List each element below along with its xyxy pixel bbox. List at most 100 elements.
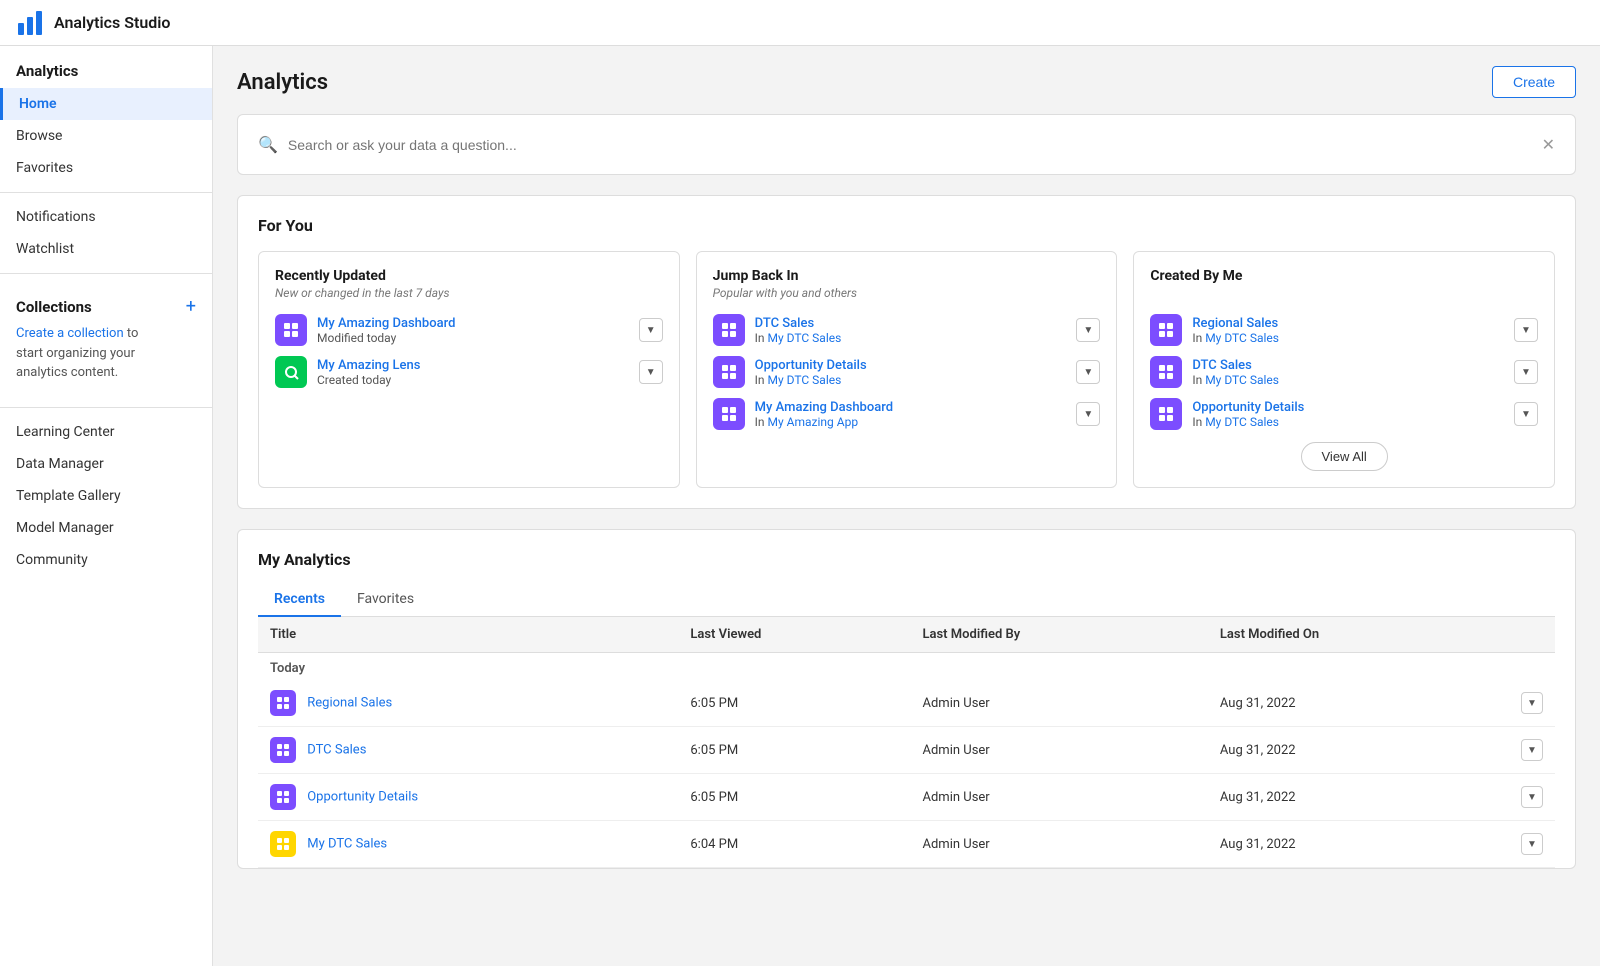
row-name-link[interactable]: Opportunity Details	[307, 789, 418, 804]
jump-back-in-panel: Jump Back In Popular with you and others…	[696, 251, 1118, 488]
table-cell-title: DTC Sales	[258, 727, 678, 774]
item-meta-link[interactable]: My DTC Sales	[768, 373, 842, 387]
app-title: Analytics Studio	[54, 13, 170, 32]
table-cell-actions: ▼	[1509, 727, 1555, 774]
sidebar-item-template-gallery[interactable]: Template Gallery	[0, 480, 212, 512]
table-cell-title: Regional Sales	[258, 680, 678, 727]
item-meta: In My Amazing App	[755, 415, 1077, 429]
item-dropdown-button[interactable]: ▼	[1514, 402, 1538, 426]
row-name-link[interactable]: My DTC Sales	[307, 836, 387, 851]
item-meta-link[interactable]: My DTC Sales	[1205, 415, 1279, 429]
table-cell-title: My DTC Sales	[258, 821, 678, 868]
sidebar-item-favorites[interactable]: Favorites	[0, 152, 212, 184]
app-logo-icon	[16, 9, 44, 37]
item-icon-lens	[275, 356, 307, 388]
item-dropdown-button[interactable]: ▼	[1514, 360, 1538, 384]
item-icon-dashboard	[275, 314, 307, 346]
table-cell-last-modified-by: Admin User	[910, 727, 1207, 774]
analytics-tabs: Recents Favorites	[258, 583, 1555, 617]
sidebar-item-data-manager[interactable]: Data Manager	[0, 448, 212, 480]
jump-back-in-subtitle: Popular with you and others	[713, 286, 1101, 300]
item-info: My Amazing Dashboard In My Amazing App	[755, 400, 1077, 429]
row-dropdown-button[interactable]: ▼	[1521, 739, 1543, 761]
item-name-link[interactable]: My Amazing Dashboard	[755, 400, 1077, 415]
table-header-row: Title Last Viewed Last Modified By Last …	[258, 617, 1555, 653]
table-row: Regional Sales 6:05 PM Admin User Aug 31…	[258, 680, 1555, 727]
item-dropdown-button[interactable]: ▼	[1076, 360, 1100, 384]
sidebar-item-watchlist[interactable]: Watchlist	[0, 233, 212, 265]
item-icon-dashboard	[713, 356, 745, 388]
row-dropdown-button[interactable]: ▼	[1521, 786, 1543, 808]
table-cell-last-viewed: 6:05 PM	[678, 774, 910, 821]
list-item: Regional Sales In My DTC Sales ▼	[1150, 314, 1538, 346]
topbar: Analytics Studio	[0, 0, 1600, 46]
item-meta-link[interactable]: My DTC Sales	[768, 331, 842, 345]
page-title: Analytics	[237, 70, 328, 95]
sidebar-divider-1	[0, 192, 212, 193]
item-dropdown-button[interactable]: ▼	[639, 318, 663, 342]
list-item: DTC Sales In My DTC Sales ▼	[1150, 356, 1538, 388]
col-header-title: Title	[258, 617, 678, 653]
created-by-me-panel: Created By Me Regional Sales In My DTC S…	[1133, 251, 1555, 488]
recently-updated-title: Recently Updated	[275, 268, 663, 284]
analytics-section-title: Analytics	[0, 46, 212, 88]
created-by-me-title: Created By Me	[1150, 268, 1538, 284]
table-cell-last-viewed: 6:05 PM	[678, 727, 910, 774]
for-you-grid: Recently Updated New or changed in the l…	[258, 251, 1555, 488]
item-name-link[interactable]: My Amazing Dashboard	[317, 316, 639, 331]
list-item: My Amazing Dashboard Modified today ▼	[275, 314, 663, 346]
sidebar: Analytics Home Browse Favorites Notifica…	[0, 46, 213, 966]
row-icon-dashboard	[270, 737, 296, 763]
search-clear-icon[interactable]: ✕	[1542, 135, 1555, 154]
sidebar-divider-3	[0, 407, 212, 408]
item-name-link[interactable]: DTC Sales	[755, 316, 1077, 331]
item-dropdown-button[interactable]: ▼	[639, 360, 663, 384]
table-cell-last-viewed: 6:05 PM	[678, 680, 910, 727]
tab-recents[interactable]: Recents	[258, 583, 341, 617]
item-info: Opportunity Details In My DTC Sales	[1192, 400, 1514, 429]
row-dropdown-button[interactable]: ▼	[1521, 692, 1543, 714]
item-name-link[interactable]: DTC Sales	[1192, 358, 1514, 373]
row-icon-app	[270, 831, 296, 857]
create-collection-link[interactable]: Create a collection	[16, 326, 124, 341]
item-dropdown-button[interactable]: ▼	[1076, 318, 1100, 342]
item-name-link[interactable]: Opportunity Details	[755, 358, 1077, 373]
item-name-link[interactable]: Opportunity Details	[1192, 400, 1514, 415]
table-cell-last-modified-by: Admin User	[910, 774, 1207, 821]
sidebar-item-home[interactable]: Home	[0, 88, 212, 120]
view-all-button[interactable]: View All	[1301, 442, 1388, 471]
item-meta-link[interactable]: My Amazing App	[768, 415, 859, 429]
tab-favorites[interactable]: Favorites	[341, 583, 430, 617]
collections-add-button[interactable]: +	[186, 298, 196, 316]
collections-header: Collections +	[0, 282, 212, 320]
table-cell-actions: ▼	[1509, 821, 1555, 868]
col-header-last-viewed: Last Viewed	[678, 617, 910, 653]
item-dropdown-button[interactable]: ▼	[1076, 402, 1100, 426]
sidebar-item-learning-center[interactable]: Learning Center	[0, 416, 212, 448]
list-item: My Amazing Lens Created today ▼	[275, 356, 663, 388]
row-dropdown-button[interactable]: ▼	[1521, 833, 1543, 855]
recently-updated-panel: Recently Updated New or changed in the l…	[258, 251, 680, 488]
col-header-actions	[1509, 617, 1555, 653]
sidebar-item-notifications[interactable]: Notifications	[0, 201, 212, 233]
create-button[interactable]: Create	[1492, 66, 1576, 98]
sidebar-item-browse[interactable]: Browse	[0, 120, 212, 152]
item-name-link[interactable]: Regional Sales	[1192, 316, 1514, 331]
row-name-link[interactable]: Regional Sales	[307, 695, 392, 710]
item-meta-link[interactable]: My DTC Sales	[1205, 373, 1279, 387]
item-dropdown-button[interactable]: ▼	[1514, 318, 1538, 342]
item-icon-dashboard	[1150, 398, 1182, 430]
my-analytics-title: My Analytics	[258, 550, 1555, 569]
sidebar-item-model-manager[interactable]: Model Manager	[0, 512, 212, 544]
for-you-section: For You Recently Updated New or changed …	[237, 195, 1576, 509]
table-cell-title: Opportunity Details	[258, 774, 678, 821]
search-input[interactable]	[288, 137, 1542, 153]
item-name-link[interactable]: My Amazing Lens	[317, 358, 639, 373]
col-header-last-modified-on: Last Modified On	[1208, 617, 1509, 653]
jump-back-in-title: Jump Back In	[713, 268, 1101, 284]
sidebar-item-community[interactable]: Community	[0, 544, 212, 576]
item-icon-dashboard	[1150, 314, 1182, 346]
item-meta-link[interactable]: My DTC Sales	[1205, 331, 1279, 345]
item-meta: In My DTC Sales	[755, 331, 1077, 345]
row-name-link[interactable]: DTC Sales	[307, 742, 366, 757]
